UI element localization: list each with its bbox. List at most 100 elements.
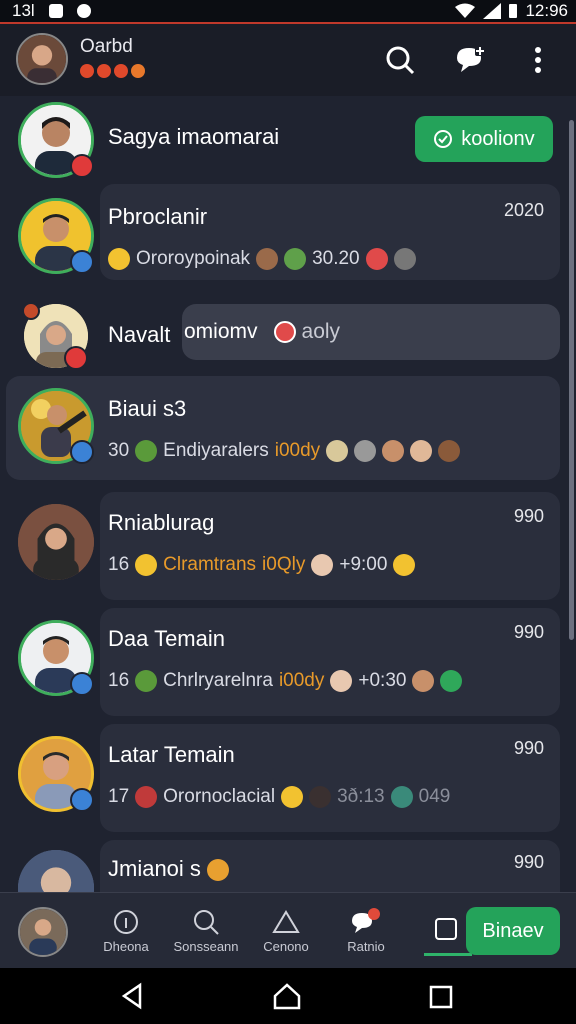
back-icon[interactable] [118, 982, 146, 1010]
emoji-icon [309, 786, 332, 808]
emoji-icon [108, 248, 130, 270]
profile-avatar[interactable] [16, 33, 68, 85]
emoji-icon [135, 554, 158, 576]
nav-item-new[interactable] [424, 907, 468, 951]
recents-icon[interactable] [428, 984, 454, 1010]
clock-icon [273, 321, 296, 343]
contact-name: Rniablurag [108, 510, 215, 535]
action-button-label: koolionv [461, 127, 535, 150]
chat-row-pinned[interactable]: Sagya imaomarai koolionv [0, 96, 560, 184]
timestamp: 990 [513, 622, 544, 642]
bottom-navigation: Dheona Sonsseann Cenono Ratnio Binaev [0, 892, 576, 969]
preview-text: +9:00 [339, 554, 388, 575]
contact-name: Latar Temain [108, 742, 235, 767]
nav-label: Dheona [103, 939, 149, 954]
message-preview: Ororoypoinak 30.20 [108, 248, 416, 270]
square-icon [435, 918, 457, 940]
search-icon [386, 46, 415, 75]
home-icon[interactable] [272, 982, 302, 1010]
preview-highlight: Clramtrans [163, 554, 257, 575]
preview-highlight: i00dy [274, 440, 321, 461]
nav-item-search[interactable]: Sonsseann [166, 905, 246, 954]
system-navigation-bar [0, 968, 576, 1024]
emoji-icon [97, 64, 111, 78]
chat-card [100, 608, 560, 716]
message-preview: 17 Orornoclacial 3ð:13 049 [108, 786, 450, 808]
primary-action-label: Binaev [482, 919, 544, 942]
chat-row[interactable]: Navalt omiomv aoly [0, 296, 560, 372]
emoji-icon [440, 670, 463, 692]
emoji-icon [22, 302, 40, 320]
preview-text: Orornoclacial [163, 786, 276, 807]
contact-avatar-image [18, 850, 94, 892]
bubble-text: omiomv [184, 320, 258, 343]
emoji-icon [365, 248, 388, 270]
preview-highlight: i0Qly [262, 554, 306, 575]
new-chat-button[interactable] [452, 42, 488, 78]
preview-text: +0:30 [358, 670, 407, 691]
primary-action-button[interactable]: Binaev [466, 907, 560, 955]
emoji-icon [438, 440, 461, 462]
message-count: 30 [108, 440, 130, 461]
preview-text: 30.20 [312, 248, 360, 269]
emoji-icon [256, 248, 279, 270]
app-header: Oarbd [0, 24, 576, 96]
more-vertical-icon [535, 47, 541, 73]
emoji-icon [135, 670, 158, 692]
message-preview: 30 Endiyaralers i00dy [108, 440, 461, 462]
wifi-icon [455, 3, 476, 18]
preview-text: 049 [418, 786, 451, 807]
contact-avatar [18, 850, 94, 892]
nav-item-camera[interactable]: Cenono [246, 905, 326, 954]
scrollbar[interactable] [569, 120, 574, 640]
overflow-menu-button[interactable] [520, 42, 556, 78]
action-button[interactable]: koolionv [415, 116, 553, 162]
message-count: 16 [108, 670, 130, 691]
contact-avatar-image [18, 504, 94, 580]
emoji-icon [330, 670, 353, 692]
contact-name: Pbroclanir [108, 204, 208, 229]
chat-card [100, 724, 560, 832]
emoji-icon [390, 786, 413, 808]
preview-text: Chrlryarelnra [163, 670, 273, 691]
contact-name: Navalt [108, 322, 171, 347]
active-indicator [424, 953, 472, 956]
nav-item-home[interactable]: Dheona [86, 905, 166, 954]
profile-avatar-image [18, 35, 66, 83]
chat-card [100, 492, 560, 600]
chat-row[interactable]: Jmianoi s 990 [0, 840, 560, 892]
search-button[interactable] [382, 42, 418, 78]
chat-row[interactable]: Daa Temain 990 16 Chrlryarelnra i00dy +0… [0, 608, 560, 718]
triangle-icon [272, 910, 300, 933]
verified-badge [70, 440, 94, 464]
clock: 12:96 [525, 1, 568, 20]
nav-profile-avatar[interactable] [18, 907, 68, 957]
app-title: Oarbd [80, 36, 133, 57]
message-preview: 16 Chrlryarelnra i00dy +0:30 [108, 670, 463, 692]
preview-text: Ororoypoinak [136, 248, 251, 269]
nav-item-chats[interactable]: Ratnio [326, 905, 406, 954]
chat-row[interactable]: Latar Temain 990 17 Orornoclacial 3ð:13 … [0, 724, 560, 834]
emoji-icon [131, 64, 145, 78]
emoji-icon [382, 440, 405, 462]
emoji-icon [326, 440, 349, 462]
contact-name-text: Jmianoi s [108, 856, 201, 881]
verified-badge [70, 672, 94, 696]
emoji-icon [393, 248, 416, 270]
chat-row[interactable]: Biaui s3 30 Endiyaralers i00dy [0, 376, 560, 486]
contact-name: Jmianoi s [108, 856, 230, 882]
contact-name: Biaui s3 [108, 396, 187, 421]
chat-row[interactable]: Rniablurag 990 16 Clramtrans i0Qly +9:00 [0, 492, 560, 602]
emoji-icon [207, 859, 230, 882]
contact-name: Sagya imaomarai [108, 124, 280, 149]
chat-row[interactable]: Pbroclanir 2020 Ororoypoinak 30.20 [0, 184, 560, 284]
emoji-icon [114, 64, 128, 78]
bubble-text: aoly [301, 320, 341, 343]
timestamp: 990 [513, 738, 544, 758]
emoji-icon [284, 248, 307, 270]
status-left-text: 13l [12, 1, 35, 20]
signal-icon [483, 3, 502, 19]
preview-highlight: i00dy [278, 670, 325, 691]
verified-badge [70, 788, 94, 812]
message-preview: 16 Clramtrans i0Qly +9:00 [108, 554, 416, 576]
